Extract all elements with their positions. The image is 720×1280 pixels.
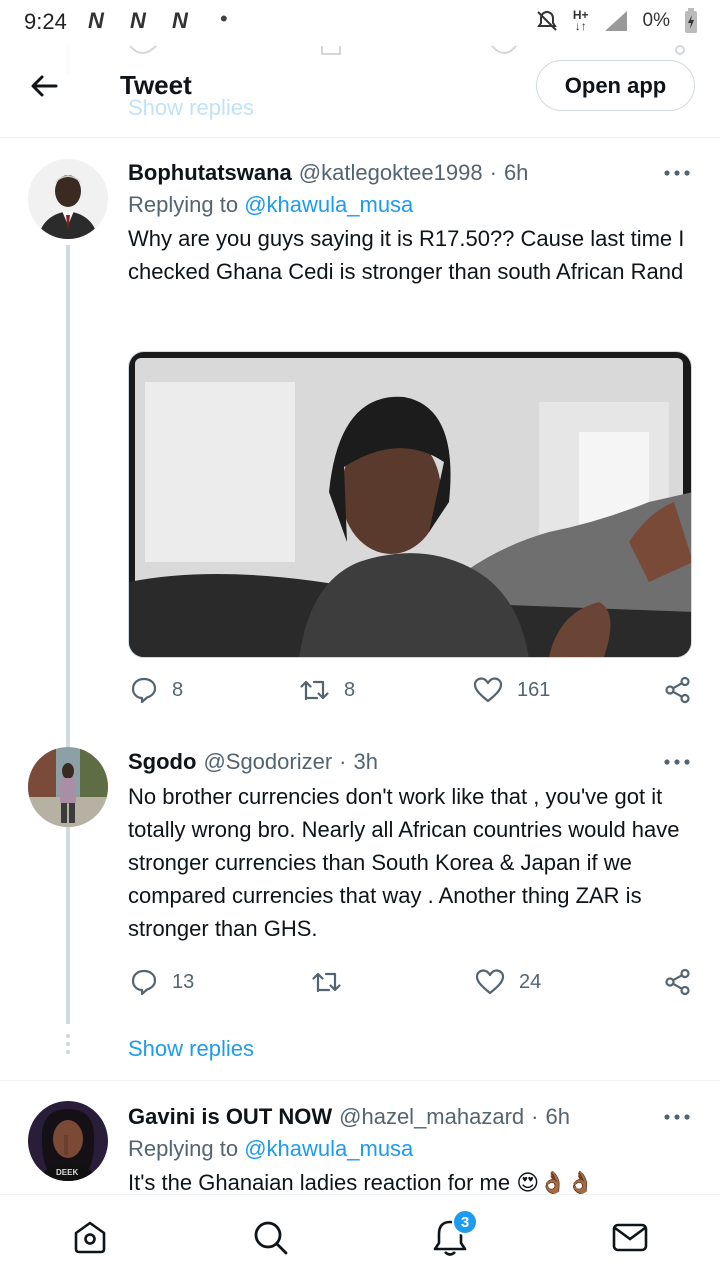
reply-icon — [131, 677, 157, 704]
avatar[interactable] — [28, 747, 108, 827]
show-replies-link[interactable]: Show replies — [128, 1036, 254, 1062]
thread-line — [66, 834, 70, 1024]
display-name[interactable]: Sgodo — [128, 747, 196, 777]
replying-to-link[interactable]: @khawula_musa — [244, 1136, 413, 1161]
share-icon — [665, 968, 690, 996]
tweet-header: Bophutatswana @katlegoktee1998 · 6h — [128, 158, 692, 188]
more-icon[interactable] — [662, 168, 692, 178]
like-count: 161 — [517, 678, 551, 701]
status-time: 9:24 — [24, 9, 67, 34]
notification-icon: N — [130, 8, 146, 33]
tweet-actions: 8 8 161 — [128, 676, 692, 712]
search-icon[interactable] — [250, 1217, 290, 1257]
notification-icon: N — [88, 8, 104, 33]
retweet-icon — [312, 972, 341, 993]
like-icon — [473, 677, 503, 703]
replying-to-link[interactable]: @khawula_musa — [244, 192, 413, 217]
like-icon — [475, 969, 505, 995]
signal-icon — [604, 11, 627, 31]
tweet-media[interactable] — [128, 351, 692, 658]
user-handle[interactable]: @Sgodorizer — [203, 747, 332, 777]
like-action[interactable]: 24 — [475, 968, 541, 996]
notification-icon: N — [172, 8, 188, 33]
separator: · — [489, 160, 497, 185]
retweet-count: 8 — [344, 678, 356, 701]
battery-percent: 0% — [642, 10, 670, 31]
separator: · — [531, 1104, 539, 1129]
page-title: Tweet — [120, 70, 192, 100]
mute-icon — [536, 10, 557, 31]
tweet-time: 3h — [353, 749, 378, 774]
tweet-header: Sgodo @Sgodorizer · 3h — [128, 747, 692, 777]
display-name[interactable]: Bophutatswana — [128, 158, 292, 188]
divider — [0, 1080, 720, 1081]
share-action[interactable] — [664, 676, 692, 704]
user-handle[interactable]: @katlegoktee1998 — [299, 158, 483, 188]
status-bar: 9:24 N N N • H+ ↓↑ 0% — [0, 0, 720, 44]
heart-eyes-emoji: 😍 — [516, 1170, 540, 1195]
thread-dots — [64, 1030, 72, 1058]
home-icon[interactable] — [70, 1217, 110, 1257]
share-icon — [665, 676, 690, 704]
user-handle[interactable]: @hazel_mahazard — [339, 1102, 524, 1132]
more-notifications-dot: • — [220, 6, 228, 31]
svg-text:DEEK: DEEK — [56, 1168, 78, 1177]
open-app-button[interactable]: Open app — [536, 60, 695, 111]
retweet-action[interactable] — [312, 968, 356, 996]
tweet-time: 6h — [503, 160, 529, 185]
replying-to: Replying to @khawula_musa — [128, 192, 414, 217]
reply-count: 13 — [172, 970, 195, 993]
tweet-content: Gavini is OUT NOW @hazel_mahazard · 6h R… — [128, 1102, 692, 1199]
notification-badge: 3 — [452, 1209, 478, 1235]
ok-hand-emoji: 👌🏾👌🏾 — [539, 1170, 594, 1195]
bottom-navigation: 3 — [0, 1194, 720, 1280]
top-bar: Show replies Tweet Open app — [0, 44, 720, 138]
like-action[interactable]: 161 — [473, 676, 550, 704]
reply-action[interactable]: 8 — [130, 676, 183, 704]
reply-icon — [131, 969, 157, 996]
more-icon[interactable] — [662, 757, 692, 767]
display-name[interactable]: Gavini is OUT NOW — [128, 1102, 332, 1132]
tweet-header: Gavini is OUT NOW @hazel_mahazard · 6h — [128, 1102, 692, 1132]
share-action[interactable] — [664, 968, 692, 996]
replying-to: Replying to @khawula_musa — [128, 1136, 414, 1161]
avatar[interactable] — [28, 159, 108, 239]
avatar[interactable]: DEEK — [28, 1101, 108, 1181]
battery-icon — [685, 8, 697, 33]
retweet-icon — [300, 680, 329, 701]
more-icon[interactable] — [662, 1112, 692, 1122]
tweet-actions: 13 24 — [128, 968, 692, 1004]
back-arrow-icon[interactable] — [28, 70, 60, 102]
reply-count: 8 — [172, 678, 184, 701]
tweet-content: Sgodo @Sgodorizer · 3h No brother curren… — [128, 747, 692, 945]
retweet-action[interactable]: 8 — [300, 676, 355, 704]
network-type: H+ ↓↑ — [572, 8, 589, 33]
messages-icon[interactable] — [610, 1217, 650, 1257]
tweet-content: Bophutatswana @katlegoktee1998 · 6h Repl… — [128, 158, 692, 288]
tweet-time: 6h — [545, 1104, 570, 1129]
like-count: 24 — [519, 970, 542, 993]
separator: · — [339, 749, 347, 774]
tweet-text: No brother currencies don't work like th… — [128, 784, 680, 941]
reply-action[interactable]: 13 — [130, 968, 194, 996]
tweet-text: Why are you guys saying it is R17.50?? C… — [128, 226, 685, 284]
